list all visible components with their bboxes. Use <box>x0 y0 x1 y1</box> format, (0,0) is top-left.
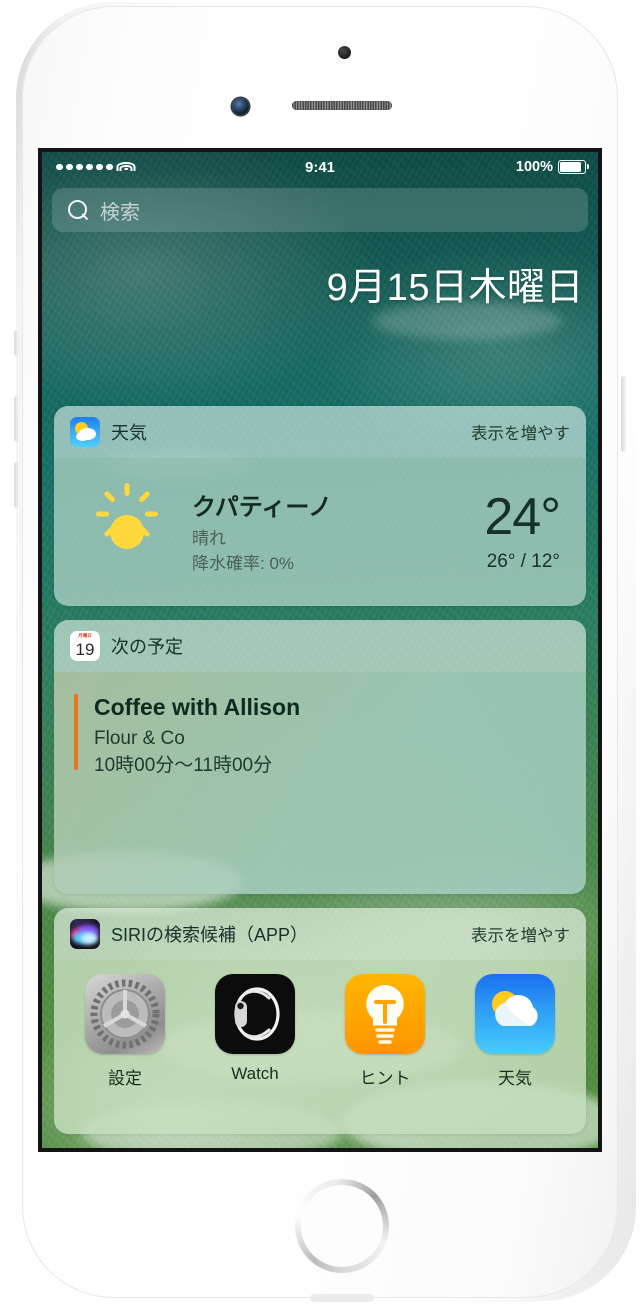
app-label-settings: 設定 <box>108 1069 142 1088</box>
search-icon <box>68 199 89 221</box>
calendar-widget-header: 月曜日 19 次の予定 <box>54 620 586 672</box>
earpiece-speaker-icon <box>292 101 392 110</box>
app-label-weather: 天気 <box>498 1069 532 1088</box>
event-title: Coffee with Allison <box>94 694 301 720</box>
calendar-widget[interactable]: 月曜日 19 次の予定 Coffee with Allison Flour & … <box>54 620 586 894</box>
volume-up-button[interactable] <box>14 396 19 442</box>
calendar-app-icon: 月曜日 19 <box>70 631 100 661</box>
proximity-sensor-icon <box>338 46 351 59</box>
app-suggestion-watch[interactable]: Watch <box>190 974 320 1084</box>
siri-show-more-button[interactable]: 表示を増やす <box>471 922 570 946</box>
event-accent-bar <box>74 694 78 770</box>
weather-widget-header: 天気 表示を増やす <box>54 406 586 458</box>
date-label: 9月15日木曜日 <box>326 267 584 309</box>
weather-widget-body: クパティーノ 晴れ 降水確率: 0% 24° 26° / 12° <box>54 458 586 606</box>
siri-icon <box>70 919 100 949</box>
weather-condition: 晴れ <box>192 529 226 549</box>
power-button[interactable] <box>621 376 626 452</box>
home-button[interactable] <box>295 1179 389 1273</box>
siri-app-suggestions-widget[interactable]: SIRIの検索候補（APP） 表示を増やす 設定 Watch ヒント 天気 <box>54 908 586 1134</box>
tips-app-icon <box>345 974 425 1054</box>
weather-city: クパティーノ <box>192 494 332 522</box>
weather-app-icon <box>475 974 555 1054</box>
status-bar: 9:41 100% <box>42 152 598 182</box>
weather-current-temperature: 24° <box>484 488 561 546</box>
calendar-icon-day: 19 <box>75 640 95 659</box>
search-bar[interactable]: 検索 <box>52 188 588 232</box>
settings-app-icon <box>85 974 165 1054</box>
app-label-watch: Watch <box>231 1064 279 1083</box>
phone-screen: 9:41 100% 検索 9月15日木曜日 天気 表示を増やす クパティーノ 晴… <box>42 152 598 1148</box>
bottom-bezel-notch <box>310 1294 374 1302</box>
weather-high-low: 26° / 12° <box>486 551 560 572</box>
siri-widget-header: SIRIの検索候補（APP） 表示を増やす <box>54 908 586 960</box>
volume-down-button[interactable] <box>14 462 19 508</box>
status-bar-clock: 9:41 <box>304 158 336 176</box>
search-input-placeholder[interactable]: 検索 <box>100 196 140 225</box>
weather-widget-title: 天気 <box>111 423 147 443</box>
calendar-widget-body: Coffee with Allison Flour & Co 10時00分〜11… <box>54 672 586 894</box>
status-bar-right: 100% <box>515 159 589 175</box>
app-label-tips: ヒント <box>359 1069 411 1088</box>
silent-switch[interactable] <box>14 330 19 356</box>
app-suggestion-settings[interactable]: 設定 <box>60 974 190 1089</box>
widget-stack: 天気 表示を増やす クパティーノ 晴れ 降水確率: 0% 24° 26° / 1… <box>54 406 586 1148</box>
screenshot-stage: 9:41 100% 検索 9月15日木曜日 天気 表示を増やす クパティーノ 晴… <box>0 0 640 1308</box>
event-location: Flour & Co <box>94 728 185 749</box>
battery-percent-label: 100% <box>515 159 553 175</box>
weather-widget[interactable]: 天気 表示を増やす クパティーノ 晴れ 降水確率: 0% 24° 26° / 1… <box>54 406 586 606</box>
battery-icon <box>558 159 589 175</box>
calendar-widget-title: 次の予定 <box>111 637 183 657</box>
event-time: 10時00分〜11時00分 <box>94 754 273 776</box>
app-suggestion-weather[interactable]: 天気 <box>450 974 580 1089</box>
weather-app-icon <box>70 417 100 447</box>
weather-show-more-button[interactable]: 表示を増やす <box>471 420 570 444</box>
front-camera-icon <box>232 98 249 115</box>
watch-app-icon <box>215 974 295 1054</box>
sun-icon <box>84 483 170 575</box>
weather-precipitation: 降水確率: 0% <box>192 554 295 573</box>
siri-widget-body: 設定 Watch ヒント 天気 <box>54 960 586 1134</box>
siri-widget-title: SIRIの検索候補（APP） <box>111 925 309 945</box>
app-suggestion-tips[interactable]: ヒント <box>320 974 450 1089</box>
